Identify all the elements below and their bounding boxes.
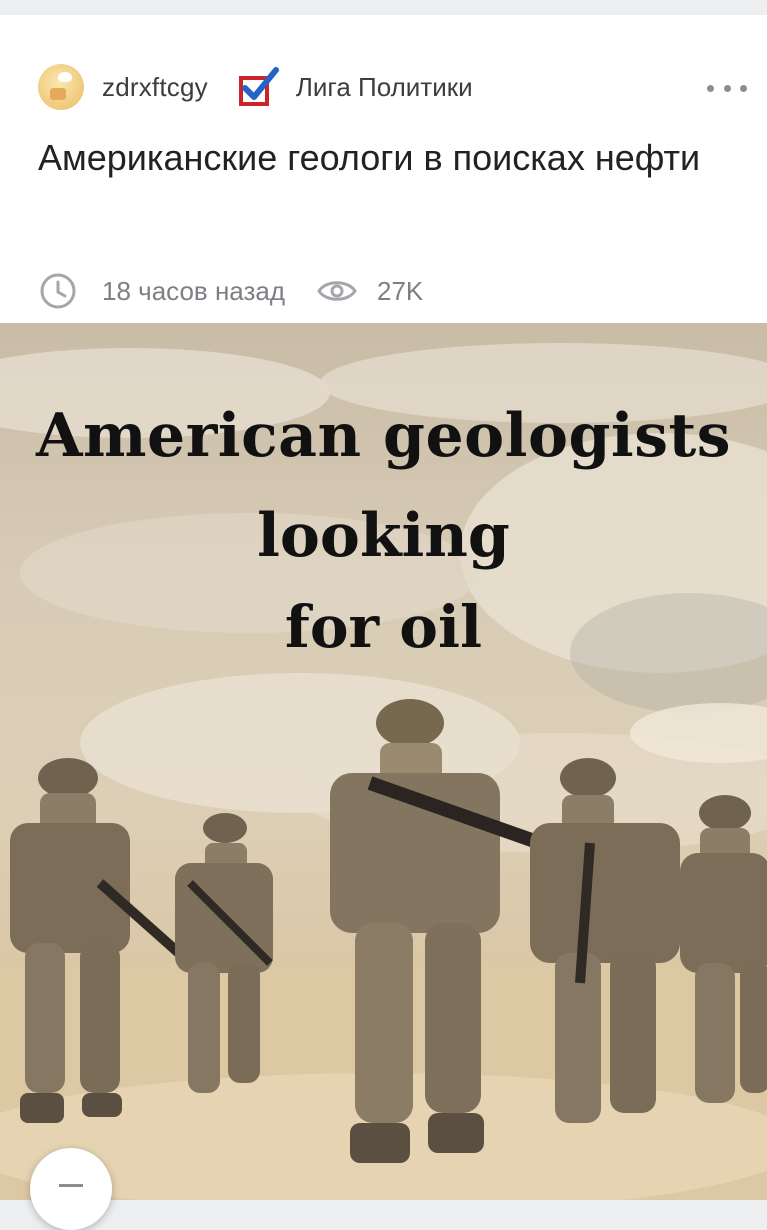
more-button[interactable] bbox=[707, 73, 747, 103]
community-name[interactable]: Лига Политики bbox=[296, 72, 473, 103]
eye-icon bbox=[317, 281, 357, 301]
collapse-button[interactable] bbox=[30, 1148, 112, 1230]
author-name[interactable]: zdrxftcgy bbox=[102, 72, 208, 103]
more-dots-icon bbox=[707, 84, 714, 92]
image-caption-line-3: for oil bbox=[284, 593, 483, 661]
post-meta: 18 часов назад 27K bbox=[38, 255, 423, 327]
post-header: zdrxftcgy Лига Политики bbox=[38, 51, 738, 123]
post-time: 18 часов назад bbox=[102, 275, 286, 306]
post-card: zdrxftcgy Лига Политики Американские гео… bbox=[0, 15, 767, 1200]
post-title[interactable]: Американские геологи в поисках нефти bbox=[38, 131, 738, 185]
image-caption-line-2: looking bbox=[257, 501, 510, 571]
avatar[interactable] bbox=[38, 64, 84, 110]
post-image[interactable]: American geologists looking for oil bbox=[0, 323, 767, 1200]
clock-icon bbox=[40, 273, 76, 309]
checkbox-vote-icon[interactable] bbox=[234, 64, 280, 110]
view-count: 27K bbox=[377, 275, 424, 306]
image-caption-line-1: American geologists bbox=[35, 401, 732, 471]
